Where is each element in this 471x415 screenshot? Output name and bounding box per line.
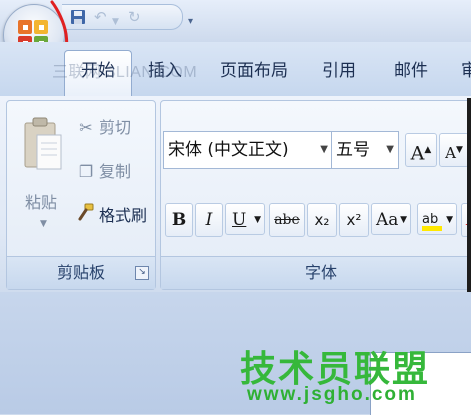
- change-case-button[interactable]: Aa ▼: [371, 203, 411, 235]
- copy-label: 复制: [99, 162, 132, 181]
- chevron-down-icon[interactable]: ▼: [254, 204, 261, 236]
- tab-label: 引用: [322, 61, 356, 81]
- font-name-combo[interactable]: 宋体 (中文正文) ▼: [163, 131, 333, 169]
- copy-button[interactable]: ❐ 复制: [75, 161, 131, 183]
- chevron-down-icon[interactable]: ▾: [188, 14, 193, 30]
- tab-label: 页面布局: [220, 61, 288, 81]
- subscript-button[interactable]: x₂: [307, 203, 337, 237]
- cut-button[interactable]: ✂ 剪切: [75, 117, 131, 139]
- strikethrough-button[interactable]: abe: [269, 203, 305, 237]
- grow-font-button[interactable]: A▲: [405, 133, 437, 167]
- redo-icon[interactable]: ↻: [128, 9, 141, 25]
- tab-mailings[interactable]: 邮件: [388, 56, 434, 86]
- copy-icon: ❐: [78, 162, 94, 181]
- bold-button[interactable]: B: [165, 203, 193, 237]
- down-arrow-icon: ▼: [455, 145, 463, 155]
- format-painter-label: 格式刷: [99, 206, 148, 225]
- font-group: 宋体 (中文正文) ▼ 五号 ▼ A▲ A▼ B I U ▼ abe x₂ x² …: [160, 100, 471, 290]
- dialog-launcher-icon[interactable]: ↘: [135, 266, 149, 280]
- tab-page-layout[interactable]: 页面布局: [214, 56, 294, 86]
- change-case-label: Aa: [376, 210, 399, 230]
- watermark-top: 三联网 3LIAN.COM: [52, 64, 198, 81]
- superscript-button[interactable]: x²: [339, 203, 369, 237]
- shrink-font-label: A: [445, 144, 456, 162]
- undo-dropdown-icon[interactable]: ▼: [112, 14, 119, 30]
- clipboard-group: 粘贴 ▼ ✂ 剪切 ❐ 复制 格式刷 剪贴板 ↘: [6, 100, 156, 290]
- paste-dropdown-icon[interactable]: ▼: [40, 219, 47, 229]
- quick-access-toolbar: ↶ ▼ ↻ ▾: [62, 4, 193, 30]
- italic-button[interactable]: I: [195, 203, 223, 237]
- underline-button[interactable]: U ▼: [225, 203, 265, 235]
- shrink-font-button[interactable]: A▼: [439, 133, 469, 167]
- watermark-url: www.jsgho.com: [247, 384, 417, 405]
- window-edge: [467, 98, 471, 292]
- underline-label: U: [232, 210, 247, 230]
- scissors-icon: ✂: [79, 118, 93, 137]
- highlight-button[interactable]: ab ▼: [417, 203, 457, 235]
- chevron-down-icon[interactable]: ▼: [400, 204, 407, 236]
- font-size-value: 五号: [336, 140, 370, 160]
- up-arrow-icon: ▲: [424, 145, 432, 155]
- undo-icon[interactable]: ↶: [94, 9, 107, 25]
- font-size-combo[interactable]: 五号 ▼: [331, 131, 399, 169]
- chevron-down-icon[interactable]: ▼: [386, 132, 394, 168]
- tab-references[interactable]: 引用: [316, 56, 362, 86]
- chevron-down-icon[interactable]: ▼: [446, 204, 453, 236]
- paste-icon[interactable]: [21, 115, 65, 185]
- chevron-down-icon[interactable]: ▼: [320, 132, 328, 168]
- grow-font-label: A: [410, 142, 425, 165]
- format-painter-icon: [75, 203, 97, 227]
- format-painter-button[interactable]: 格式刷: [75, 203, 147, 227]
- highlight-label: ab: [422, 212, 439, 227]
- highlight-color-swatch: [422, 226, 442, 231]
- font-name-value: 宋体 (中文正文): [168, 140, 289, 160]
- clipboard-group-label: 剪贴板: [7, 256, 155, 289]
- font-group-label: 字体: [161, 256, 471, 289]
- tab-review[interactable]: 审: [455, 56, 471, 86]
- ribbon-panel: 粘贴 ▼ ✂ 剪切 ❐ 复制 格式刷 剪贴板 ↘ 宋体 (中文正文) ▼ 五号 ▼ …: [0, 96, 471, 292]
- cut-label: 剪切: [99, 118, 132, 137]
- tab-label: 邮件: [394, 61, 428, 81]
- save-icon[interactable]: [70, 9, 86, 28]
- paste-button[interactable]: 粘贴: [25, 189, 57, 213]
- tab-label: 审: [461, 61, 471, 81]
